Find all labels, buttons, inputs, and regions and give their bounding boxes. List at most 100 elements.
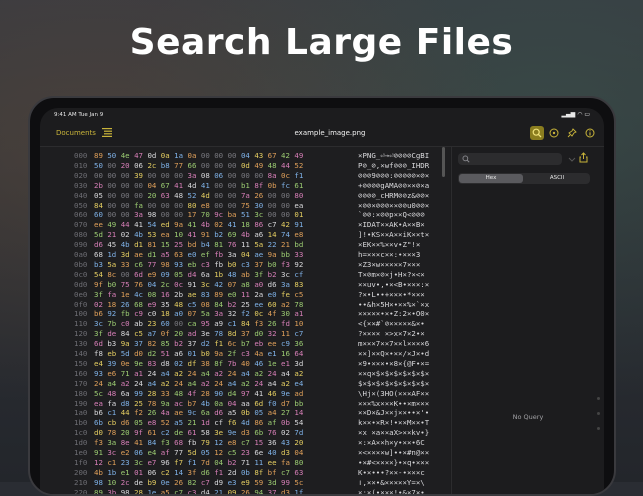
hex-row-bytes[interactable]: 3f de 84 c5 a7 0f 20 ad 3e 78 8d 37 d0 3… <box>94 329 303 339</box>
hex-row-bytes[interactable]: 50 00 20 06 2c b8 77 66 00 00 00 0d 49 4… <box>94 161 303 171</box>
hex-row-ascii[interactable]: ×;×(•×××!•&×7×• <box>358 488 425 494</box>
hex-row-bytes[interactable]: 12 c1 23 3c e7 96 f7 f1 7d 04 b2 71 11 e… <box>94 458 303 468</box>
info-button[interactable] <box>583 126 597 140</box>
hex-row-offset: 130 <box>74 339 88 349</box>
hex-row-bytes[interactable]: 54 8c 00 6d e9 09 05 d4 6a 1b 48 ab 3f b… <box>94 270 303 280</box>
hex-row-ascii[interactable]: ××uv•,•×<B•×××:× <box>358 280 429 290</box>
search-button[interactable] <box>530 126 544 140</box>
search-field[interactable] <box>458 153 562 165</box>
hex-row-bytes[interactable]: 4b 1b e1 01 06 c2 14 3f d6 f1 2d 0b 8f b… <box>94 468 303 478</box>
hex-row-bytes[interactable]: f3 3a 8e 41 84 f3 68 fb 79 12 e8 c7 15 3… <box>94 438 303 448</box>
hex-row-ascii[interactable]: m×××7××7××l××××6 <box>358 339 429 349</box>
navigation-bar: Documents example_image.png <box>40 122 604 147</box>
hex-row-ascii[interactable]: ×Z3×w×××××7××× <box>358 260 420 270</box>
share-icon[interactable] <box>578 152 589 163</box>
chevron-down-icon[interactable] <box>568 155 576 163</box>
hex-row-bytes[interactable]: 6d b3 9a 37 82 85 b2 37 d2 f1 6c b7 eb e… <box>94 339 303 349</box>
hex-row-offset: 1d0 <box>74 438 88 448</box>
hex-row-bytes[interactable]: ea fa d8 25 78 9a ac b7 4b 0a 04 aa 6d f… <box>94 399 303 409</box>
hex-row-bytes[interactable]: 2b 00 00 00 04 67 41 4d 41 00 00 b1 8f 0… <box>94 181 303 191</box>
hex-row-bytes[interactable]: d0 78 20 9f 61 c2 de 61 58 3e 9e d3 6b 7… <box>94 428 303 438</box>
hex-row-bytes[interactable]: b3 5a 33 c6 77 98 93 eb c3 fb b0 c3 37 b… <box>94 260 303 270</box>
hex-row-ascii[interactable]: ××D×&J××j××••×'• <box>358 408 429 418</box>
hex-row-offset: 1e0 <box>74 448 88 457</box>
hex-row-bytes[interactable]: 24 a4 a2 24 a4 a2 24 a4 a2 24 a4 a2 24 a… <box>94 379 303 389</box>
hex-row-ascii[interactable]: ⊘⊘⊘9⊘⊘⊘:⊘⊘⊘⊘⊘×⊘× <box>358 171 429 181</box>
hex-row-ascii[interactable]: $×$×$×$×$×$×$×$× <box>358 379 429 389</box>
hex-row-ascii[interactable]: •×#<××××}•×q•××× <box>358 458 429 468</box>
ipad-frame: 9:41 AM Tue Jan 9 ▂▄▆ ◠ ▭ Documents exam… <box>28 96 616 496</box>
hex-row-bytes[interactable]: 60 00 00 3a 98 00 00 17 70 9c ba 51 3c 0… <box>94 210 303 220</box>
hex-row-ascii[interactable]: ×EK××%××v•Z"!× <box>358 240 420 250</box>
hex-row-offset: 020 <box>74 170 88 180</box>
hex-row-ascii[interactable]: T×⊘m×⊘×j•H×?×<× <box>358 270 425 280</box>
hex-row-ascii[interactable]: ]!•KS××A××iK××t× <box>358 230 429 240</box>
document-title: example_image.png <box>294 129 366 137</box>
hex-row-bytes[interactable]: 9f b0 75 76 04 2c 0c 91 3c 42 07 a8 a0 d… <box>94 280 303 290</box>
hex-row-ascii[interactable]: ••&h×5H×•××%×`×x <box>358 300 429 310</box>
hex-row-ascii[interactable]: ?×××× ×>x×7×2•× <box>358 329 425 339</box>
hex-row-bytes[interactable]: 05 00 00 00 20 63 48 52 4d 00 00 7a 26 0… <box>94 191 303 201</box>
hex-row-ascii[interactable]: P⊘_⊘,×wf⊘⊘⊘_IHDR <box>358 161 429 171</box>
hex-row-bytes[interactable]: 00 00 00 39 00 00 00 3a 08 06 00 00 00 8… <box>94 171 303 181</box>
palette-button[interactable] <box>547 126 561 140</box>
hex-row-ascii[interactable]: ××]××Q×•××/×J×•d <box>358 349 429 359</box>
hex-row-bytes[interactable]: 93 e6 71 a1 24 a4 a2 24 a4 a2 24 a4 a2 2… <box>94 369 303 379</box>
documents-back-button[interactable]: Documents <box>56 129 96 137</box>
hex-row-offset: 1c0 <box>74 428 88 438</box>
hex-row-ascii[interactable]: ×9•×××•×8×{@F•×= <box>358 359 429 369</box>
hex-row-ascii[interactable]: ×<××××w]••×#n@×× <box>358 448 429 458</box>
hex-row-offset: 000 <box>74 151 88 160</box>
hex-row-ascii[interactable]: ×x ×a××aX>××kv•} <box>358 428 429 438</box>
headline: Search Large Files <box>129 22 514 63</box>
hex-row-bytes[interactable]: 6b cb d6 05 e8 52 a5 21 1d cf f6 4d 86 a… <box>94 418 303 428</box>
palette-icon <box>549 128 559 138</box>
hex-row-bytes[interactable]: 5d 21 02 4b 53 ea 10 41 91 b2 69 4b a6 1… <box>94 230 303 240</box>
hex-row-bytes[interactable]: 89 3b 98 28 1e a5 c7 c3 d4 21 09 26 94 3… <box>94 488 303 494</box>
hex-scrollbar[interactable] <box>442 147 445 177</box>
hex-row-ascii[interactable]: \Hj×(3HO(×××AF×× <box>358 389 429 399</box>
hex-row-offset: 070 <box>74 220 88 230</box>
hex-row-ascii[interactable]: ×××××•×•Z:2×•O0× <box>358 309 429 319</box>
segment-hex[interactable]: Hex <box>459 174 523 183</box>
hex-row-ascii[interactable]: k××•×R×!•××M××•T <box>358 418 429 428</box>
hex-row-offset: 030 <box>74 180 88 190</box>
hex-row-ascii[interactable]: <{××#`⊘×××××&×• <box>358 319 425 329</box>
hex-row-bytes[interactable]: 84 00 00 fa 00 00 00 80 e8 00 00 75 30 0… <box>94 201 303 211</box>
hex-row-bytes[interactable]: d6 45 4b d1 81 15 25 bd b4 81 76 11 5a 2… <box>94 240 303 250</box>
hex-row-bytes[interactable]: f8 eb 5d d0 d2 51 a6 01 b0 9a 2f c3 4a e… <box>94 349 303 359</box>
hex-row-ascii[interactable]: ×IDAT××AK•A××B× <box>358 220 425 230</box>
hex-row-ascii[interactable]: K•×•••?××-•×××c <box>358 468 425 478</box>
hex-row-ascii[interactable]: ?×•L••+×××•*××× <box>358 290 425 300</box>
hex-row-offset: 0b0 <box>74 259 88 269</box>
hex-row-offset: 150 <box>74 358 88 368</box>
hex-row-ascii[interactable]: `⊘⊘:×⊘⊘p××Q<⊘⊘⊘ <box>358 210 425 220</box>
segment-ascii[interactable]: ASCII <box>525 174 589 183</box>
hex-row-bytes[interactable]: b6 c1 44 f2 26 4a ae 9c 6a d6 a5 0b 05 a… <box>94 408 303 418</box>
hex-row-ascii[interactable]: ××q×$×$×$×$×$×$× <box>358 369 429 379</box>
hex-row-ascii[interactable]: ו,××•&×××××Y=×\ <box>358 478 425 488</box>
hex-row-bytes[interactable]: e4 39 0e 9e 83 d8 02 df 38 8f 7b 40 46 1… <box>94 359 303 369</box>
hex-row-bytes[interactable]: 89 50 4e 47 0d 0a 1a 0a 00 00 00 04 43 6… <box>94 151 303 161</box>
hex-row-ascii[interactable]: ×⊘⊘×⊘⊘⊘××⊘⊘u0⊘⊘× <box>358 201 429 211</box>
hex-row-ascii[interactable]: +⊘⊘⊘⊘gAMA⊘⊘××⊘×a <box>358 181 429 191</box>
hex-row-bytes[interactable]: 3c 7b c0 ab 23 60 00 ca 95 a9 c1 84 f3 2… <box>94 319 303 329</box>
hex-row-bytes[interactable]: 68 1d 3d ae d1 a5 63 e0 ef fb 3a 04 ae 9… <box>94 250 303 260</box>
hex-row-bytes[interactable]: 5c 48 6a 99 28 33 48 4f 28 90 d4 97 41 4… <box>94 389 303 399</box>
hex-row-bytes[interactable]: 3f fa 1e 4c 08 16 2b ae 83 89 e0 11 2a e… <box>94 290 303 300</box>
hex-row-ascii[interactable]: h=×××c××:•×××3 <box>358 250 420 260</box>
hex-row-ascii[interactable]: ×PNG_⏎→⏎⊘⊘⊘⊘CgBI <box>358 151 429 161</box>
pin-button[interactable] <box>565 126 579 140</box>
hex-row-bytes[interactable]: 91 3c e2 06 e4 af 77 5d 05 12 c5 23 6e 4… <box>94 448 303 458</box>
hex-row-bytes[interactable]: 98 10 2c de b9 0e 26 82 c7 d9 e3 e9 59 3… <box>94 478 303 488</box>
hex-row-bytes[interactable]: ee 49 44 41 54 ed 9a 41 4b 02 41 18 86 c… <box>94 220 303 230</box>
search-input[interactable] <box>472 154 558 164</box>
list-icon[interactable] <box>102 128 112 137</box>
hex-row-bytes[interactable]: 02 18 26 68 e9 35 48 c5 08 84 b2 25 ee 6… <box>94 300 303 310</box>
hex-row-bytes[interactable]: b6 92 fb c9 c0 18 a0 07 5a 3a 32 f2 0c 4… <box>94 309 303 319</box>
hex-view[interactable]: 000 89 50 4e 47 0d 0a 1a 0a 00 00 00 04 4… <box>40 147 450 494</box>
hex-row-ascii[interactable]: ×××%x×××K••×m××× <box>358 399 429 409</box>
hex-row-ascii[interactable]: ⊘⊘⊘⊘_cHRM⊘⊘z&⊘⊘× <box>358 191 429 201</box>
hex-row-ascii[interactable]: ×:×A××h×y•××•6C <box>358 438 429 448</box>
hex-row-offset: 220 <box>74 487 88 494</box>
